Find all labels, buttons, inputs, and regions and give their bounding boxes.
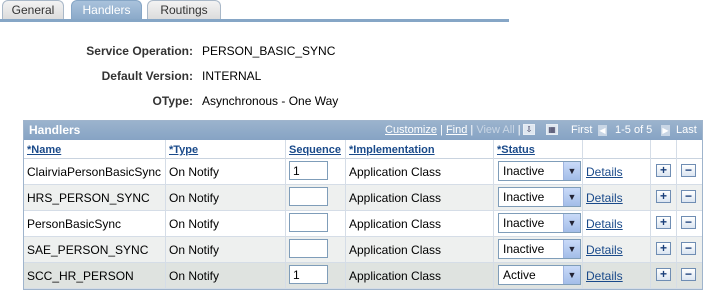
implementation: Application Class — [349, 217, 442, 231]
sequence-input[interactable] — [289, 265, 328, 284]
implementation: Application Class — [349, 269, 442, 283]
sequence-input[interactable] — [289, 161, 328, 180]
table-row: SAE_PERSON_SYNC On Notify Application Cl… — [24, 237, 702, 263]
table-row: ClairviaPersonBasicSync On Notify Applic… — [24, 159, 702, 185]
nav-separator: | — [440, 124, 443, 136]
find-link[interactable]: Find — [446, 124, 467, 136]
add-row-button[interactable]: + — [656, 268, 671, 281]
add-row-button[interactable]: + — [656, 242, 671, 255]
delete-row-button[interactable]: − — [681, 216, 696, 229]
status-select[interactable]: Inactive ▼ — [498, 161, 581, 181]
status-select[interactable]: Inactive ▼ — [498, 213, 581, 233]
sequence-input[interactable] — [289, 187, 328, 206]
column-divider — [285, 140, 286, 289]
grid-title: Handlers — [29, 123, 81, 137]
grid-view-icon[interactable]: ▦ — [546, 124, 558, 135]
col-header-sequence[interactable]: Sequence — [289, 144, 341, 158]
handler-type: On Notify — [169, 191, 220, 205]
details-link[interactable]: Details — [586, 243, 623, 257]
delete-row-button[interactable]: − — [681, 190, 696, 203]
download-icon[interactable]: ⇩ — [523, 124, 535, 135]
sequence-input[interactable] — [289, 239, 328, 258]
details-link[interactable]: Details — [586, 217, 623, 231]
delete-row-button[interactable]: − — [681, 242, 696, 255]
column-divider — [650, 140, 651, 289]
handler-type: On Notify — [169, 165, 220, 179]
nav-separator: | — [517, 124, 521, 136]
status-value: Active — [503, 268, 536, 282]
chevron-down-icon[interactable]: ▼ — [563, 214, 580, 232]
column-divider — [345, 140, 346, 289]
handler-name: PersonBasicSync — [27, 217, 122, 231]
details-link[interactable]: Details — [586, 191, 623, 205]
delete-row-button[interactable]: − — [681, 268, 696, 281]
handler-name: ClairviaPersonBasicSync — [27, 165, 162, 179]
sequence-input[interactable] — [289, 213, 328, 232]
nav-separator: | — [470, 124, 474, 136]
chevron-down-icon[interactable]: ▼ — [563, 266, 580, 284]
handler-name: HRS_PERSON_SYNC — [27, 191, 150, 205]
next-arrow-icon: ▶ — [661, 125, 670, 136]
implementation: Application Class — [349, 191, 442, 205]
add-row-button[interactable]: + — [656, 190, 671, 203]
status-value: Inactive — [503, 164, 545, 178]
status-select[interactable]: Inactive ▼ — [498, 187, 581, 207]
add-row-button[interactable]: + — [656, 216, 671, 229]
tab-routings[interactable]: Routings — [147, 0, 221, 19]
otype-value: Asynchronous - One Way — [202, 94, 339, 108]
handler-type: On Notify — [169, 243, 220, 257]
status-value: Inactive — [503, 216, 545, 230]
status-select[interactable]: Inactive ▼ — [498, 239, 581, 259]
tab-bar: General Handlers Routings — [0, 0, 509, 22]
col-header-type[interactable]: *Type — [169, 144, 198, 158]
view-all-link[interactable]: View All — [476, 124, 514, 136]
implementation: Application Class — [349, 243, 442, 257]
table-row: HRS_PERSON_SYNC On Notify Application Cl… — [24, 185, 702, 211]
handler-type: On Notify — [169, 217, 220, 231]
col-header-implementation[interactable]: *Implementation — [349, 144, 435, 158]
first-link: First — [571, 124, 593, 136]
handler-name: SAE_PERSON_SYNC — [27, 243, 149, 257]
status-value: Inactive — [503, 190, 545, 204]
column-divider — [493, 140, 494, 289]
details-link[interactable]: Details — [586, 269, 623, 283]
status-select[interactable]: Active ▼ — [498, 265, 581, 285]
col-header-name[interactable]: *Name — [27, 144, 61, 158]
service-operation-label: Service Operation: — [86, 44, 193, 58]
default-version-label: Default Version: — [101, 69, 193, 83]
grid-nav: Customize | Find | View All | — [385, 124, 521, 136]
prev-arrow-icon: ◀ — [598, 125, 607, 136]
table-row: SCC_HR_PERSON On Notify Application Clas… — [24, 263, 702, 289]
handler-name: SCC_HR_PERSON — [27, 269, 134, 283]
grid-header-bar: Handlers Customize | Find | View All | ⇩… — [24, 121, 702, 140]
row-count: 1-5 of 5 — [615, 124, 653, 136]
handlers-grid: Handlers Customize | Find | View All | ⇩… — [23, 120, 703, 290]
add-row-button[interactable]: + — [656, 164, 671, 177]
table-row: PersonBasicSync On Notify Application Cl… — [24, 211, 702, 237]
col-header-status[interactable]: *Status — [497, 144, 535, 158]
implementation: Application Class — [349, 165, 442, 179]
handler-type: On Notify — [169, 269, 220, 283]
otype-label: OType: — [152, 94, 193, 108]
delete-row-button[interactable]: − — [681, 164, 696, 177]
default-version-value: INTERNAL — [202, 69, 262, 83]
last-link: Last — [676, 124, 697, 136]
service-operation-value: PERSON_BASIC_SYNC — [202, 44, 336, 58]
chevron-down-icon[interactable]: ▼ — [563, 240, 580, 258]
chevron-down-icon[interactable]: ▼ — [563, 188, 580, 206]
column-divider — [676, 140, 677, 289]
status-value: Inactive — [503, 242, 545, 256]
column-divider — [165, 140, 166, 289]
details-link[interactable]: Details — [586, 165, 623, 179]
customize-link[interactable]: Customize — [385, 124, 437, 136]
chevron-down-icon[interactable]: ▼ — [563, 162, 580, 180]
tab-baseline — [0, 19, 509, 22]
tab-general[interactable]: General — [2, 0, 64, 19]
column-divider — [582, 140, 583, 289]
